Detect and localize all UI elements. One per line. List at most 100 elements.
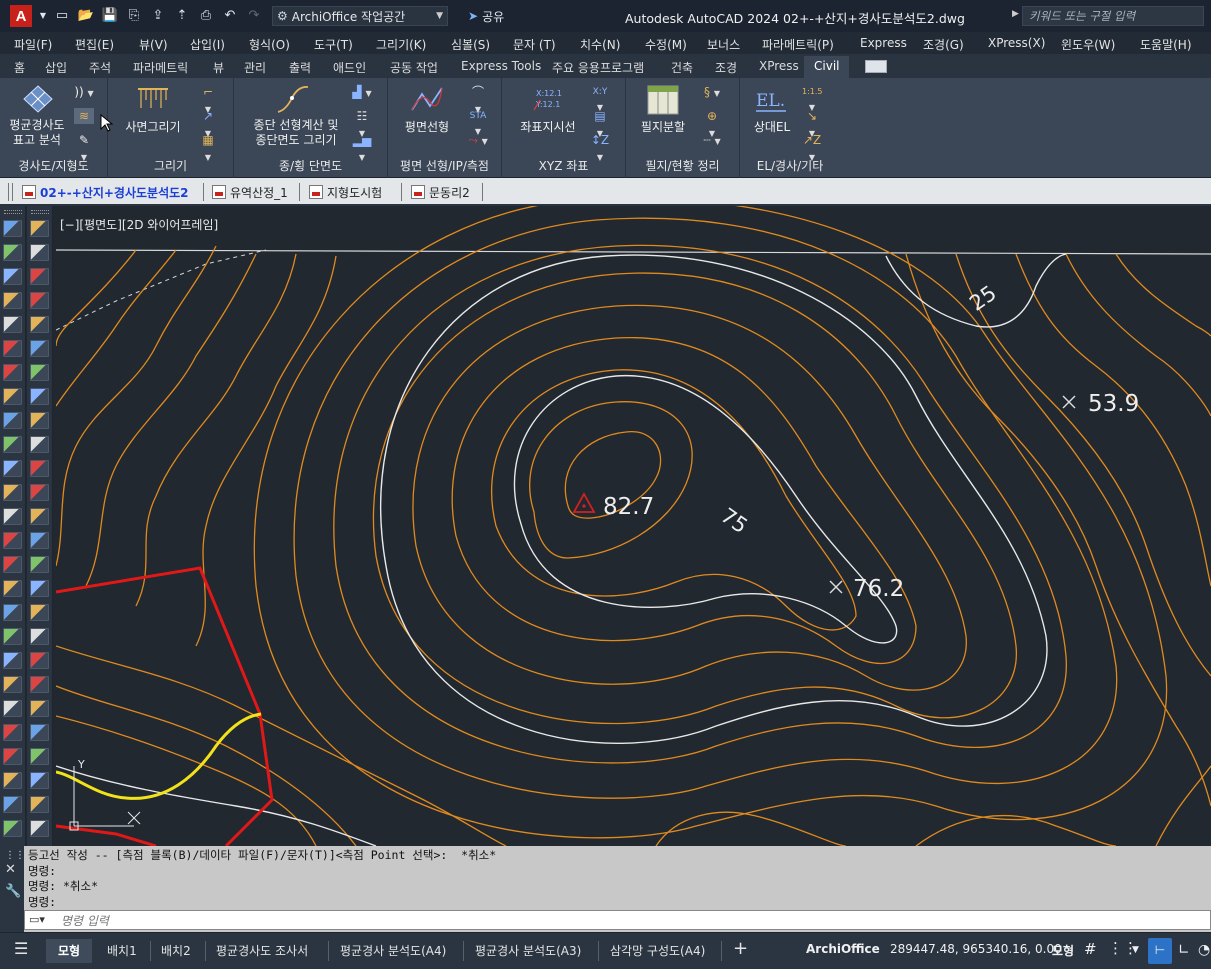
toolbar-tool-icon[interactable] [30, 532, 49, 549]
menu-item[interactable]: 편집(E) [75, 36, 114, 53]
grip-icon[interactable]: ⋮⋮ [5, 850, 25, 861]
menu-item[interactable]: 심볼(S) [451, 36, 490, 53]
north-arrow-icon[interactable]: ↗ ▼ [198, 108, 218, 138]
command-input[interactable] [61, 912, 1161, 929]
toolbar-tool-icon[interactable] [3, 532, 22, 549]
menu-item[interactable]: 윈도우(W) [1061, 36, 1115, 53]
toolbar-tool-icon[interactable] [3, 820, 22, 837]
menu-item[interactable]: 수정(M) [645, 36, 687, 53]
toolbar-tool-icon[interactable] [3, 388, 22, 405]
toolbar-tool-icon[interactable] [30, 292, 49, 309]
toolbar-tool-icon[interactable] [30, 580, 49, 597]
wrench-icon[interactable]: 🔧 [5, 884, 21, 899]
toolbar-tool-icon[interactable] [3, 268, 22, 285]
workspace-select[interactable]: ⚙ ArchiOffice 작업공간 ▼ [272, 6, 448, 26]
toolbar-tool-icon[interactable] [3, 436, 22, 453]
coordinate-leader-button[interactable]: 좌표지시선 [510, 120, 586, 135]
doc-tab[interactable]: 유역산정_1 [206, 182, 294, 202]
slope-arrow-icon[interactable]: ↘ ▼ [802, 108, 822, 138]
ribbon-tab[interactable]: XPress [759, 59, 799, 73]
el-icon[interactable]: EL. [754, 86, 788, 114]
menu-item[interactable]: XPress(X) [988, 36, 1045, 50]
ribbon-tab[interactable]: 공동 작업 [390, 59, 438, 76]
drawing-viewport[interactable]: Y 82.7 75 25 76.2 53.9 [−][평면도][2D 와이어프레… [56, 206, 1211, 846]
toolbar-tool-icon[interactable] [30, 604, 49, 621]
toolbar-tool-icon[interactable] [3, 772, 22, 789]
menu-item[interactable]: 보너스 [707, 36, 740, 53]
toolbar-tool-icon[interactable] [30, 364, 49, 381]
ortho-icon[interactable]: ∟ [1178, 942, 1190, 958]
route-icon[interactable]: § ▼ [702, 84, 722, 100]
redo-icon[interactable]: ↷ [244, 7, 264, 25]
toolbar-tool-icon[interactable] [3, 676, 22, 693]
layout-tab[interactable]: 배치1 [107, 942, 137, 959]
undo-icon[interactable]: ↶ [220, 7, 240, 25]
application-menu-button[interactable]: A [10, 5, 32, 27]
panel-toggle-icon[interactable] [865, 60, 887, 73]
toolbar-tool-icon[interactable] [30, 220, 49, 237]
toolbar-tool-icon[interactable] [3, 724, 22, 741]
slope-analysis-icon[interactable] [22, 84, 54, 114]
toolbar-tool-icon[interactable] [3, 220, 22, 237]
compass-icon[interactable]: ⊕ ▼ [702, 108, 722, 138]
toolbar-tool-icon[interactable] [30, 748, 49, 765]
add-layout-icon[interactable]: + [733, 938, 748, 959]
menu-item[interactable]: Express [860, 36, 907, 50]
toolbar-tool-icon[interactable] [3, 316, 22, 333]
ribbon-tab[interactable]: 건축 [671, 59, 693, 76]
menu-item[interactable]: 파일(F) [14, 36, 52, 53]
table-icon[interactable]: ☷ ▼ [352, 108, 372, 138]
toolbar-tool-icon[interactable] [30, 724, 49, 741]
menu-item[interactable]: 도구(T) [314, 36, 353, 53]
grid-toggle-icon[interactable]: # [1084, 940, 1097, 958]
doc-tab[interactable]: 지형도시험 [303, 182, 388, 202]
brush-icon[interactable]: ✎ ▼ [74, 132, 94, 162]
ribbon-tab[interactable]: 뷰 [213, 59, 224, 76]
toolbar-tool-icon[interactable] [30, 460, 49, 477]
menu-item[interactable]: 파라메트릭(P) [762, 36, 834, 53]
alignment-icon[interactable] [410, 84, 444, 114]
ip-icon[interactable]: ⤳ ▼ [468, 132, 488, 148]
menu-item[interactable]: 도움말(H) [1140, 36, 1192, 53]
layout-tab-model[interactable]: 모형 [46, 939, 93, 963]
toolbar-tool-icon[interactable] [30, 796, 49, 813]
ribbon-tab[interactable]: 주요 응용프로그램 [552, 59, 644, 76]
toolbar-tool-icon[interactable] [30, 388, 49, 405]
toolbar-tool-icon[interactable] [30, 628, 49, 645]
menu-item[interactable]: 형식(O) [249, 36, 290, 53]
slope-draw-button[interactable]: 사면그리기 [118, 120, 188, 135]
toolbar-tool-icon[interactable] [30, 340, 49, 357]
close-icon[interactable]: ✕ [5, 862, 16, 877]
toolbar-tool-icon[interactable] [3, 700, 22, 717]
z-value-icon[interactable]: ↕Z ▼ [590, 132, 610, 162]
menu-item[interactable]: 조경(G) [923, 36, 964, 53]
toolbar-tool-icon[interactable] [3, 340, 22, 357]
ribbon-tab[interactable]: 출력 [289, 59, 311, 76]
toolbar-tool-icon[interactable] [30, 412, 49, 429]
bar-chart-icon[interactable]: ▂▅ ▼ [352, 132, 372, 162]
slope-draw-icon[interactable] [136, 86, 170, 112]
infer-constraints-icon[interactable]: ⊢ [1148, 938, 1172, 964]
toolbar-tool-icon[interactable] [3, 604, 22, 621]
toolbar-tool-icon[interactable] [30, 676, 49, 693]
toolbar-tool-icon[interactable] [3, 796, 22, 813]
plan-alignment-button[interactable]: 평면선형 [396, 120, 458, 135]
menu-item[interactable]: 뷰(V) [139, 36, 168, 53]
toolbar-tool-icon[interactable] [3, 484, 22, 501]
chevron-right-icon[interactable]: ▶ [1012, 9, 1019, 19]
drawing-canvas[interactable]: Y 82.7 75 25 76.2 53.9 [56, 206, 1211, 846]
toolbar-tool-icon[interactable] [3, 748, 22, 765]
avg-slope-button[interactable]: 평균경사도 표고 분석 [4, 118, 70, 148]
axis-icon[interactable]: ↗Z ▼ [802, 132, 822, 162]
toolbar-tool-icon[interactable] [3, 364, 22, 381]
new-file-icon[interactable]: ▭ [52, 7, 72, 25]
open-file-icon[interactable]: 📂 [76, 7, 96, 25]
toolbar-grip-icon[interactable] [4, 210, 22, 214]
toolbar-tool-icon[interactable] [3, 292, 22, 309]
toolbar-tool-icon[interactable] [3, 460, 22, 477]
ribbon-tab[interactable]: Express Tools [461, 59, 541, 73]
parcel-icon[interactable] [646, 84, 680, 116]
curve-icon[interactable]: ⌒ ▼ [468, 84, 488, 114]
contour-icon[interactable]: )) ▼ [74, 84, 94, 100]
xyz-label-icon[interactable]: X:Y ▼ [590, 84, 610, 112]
